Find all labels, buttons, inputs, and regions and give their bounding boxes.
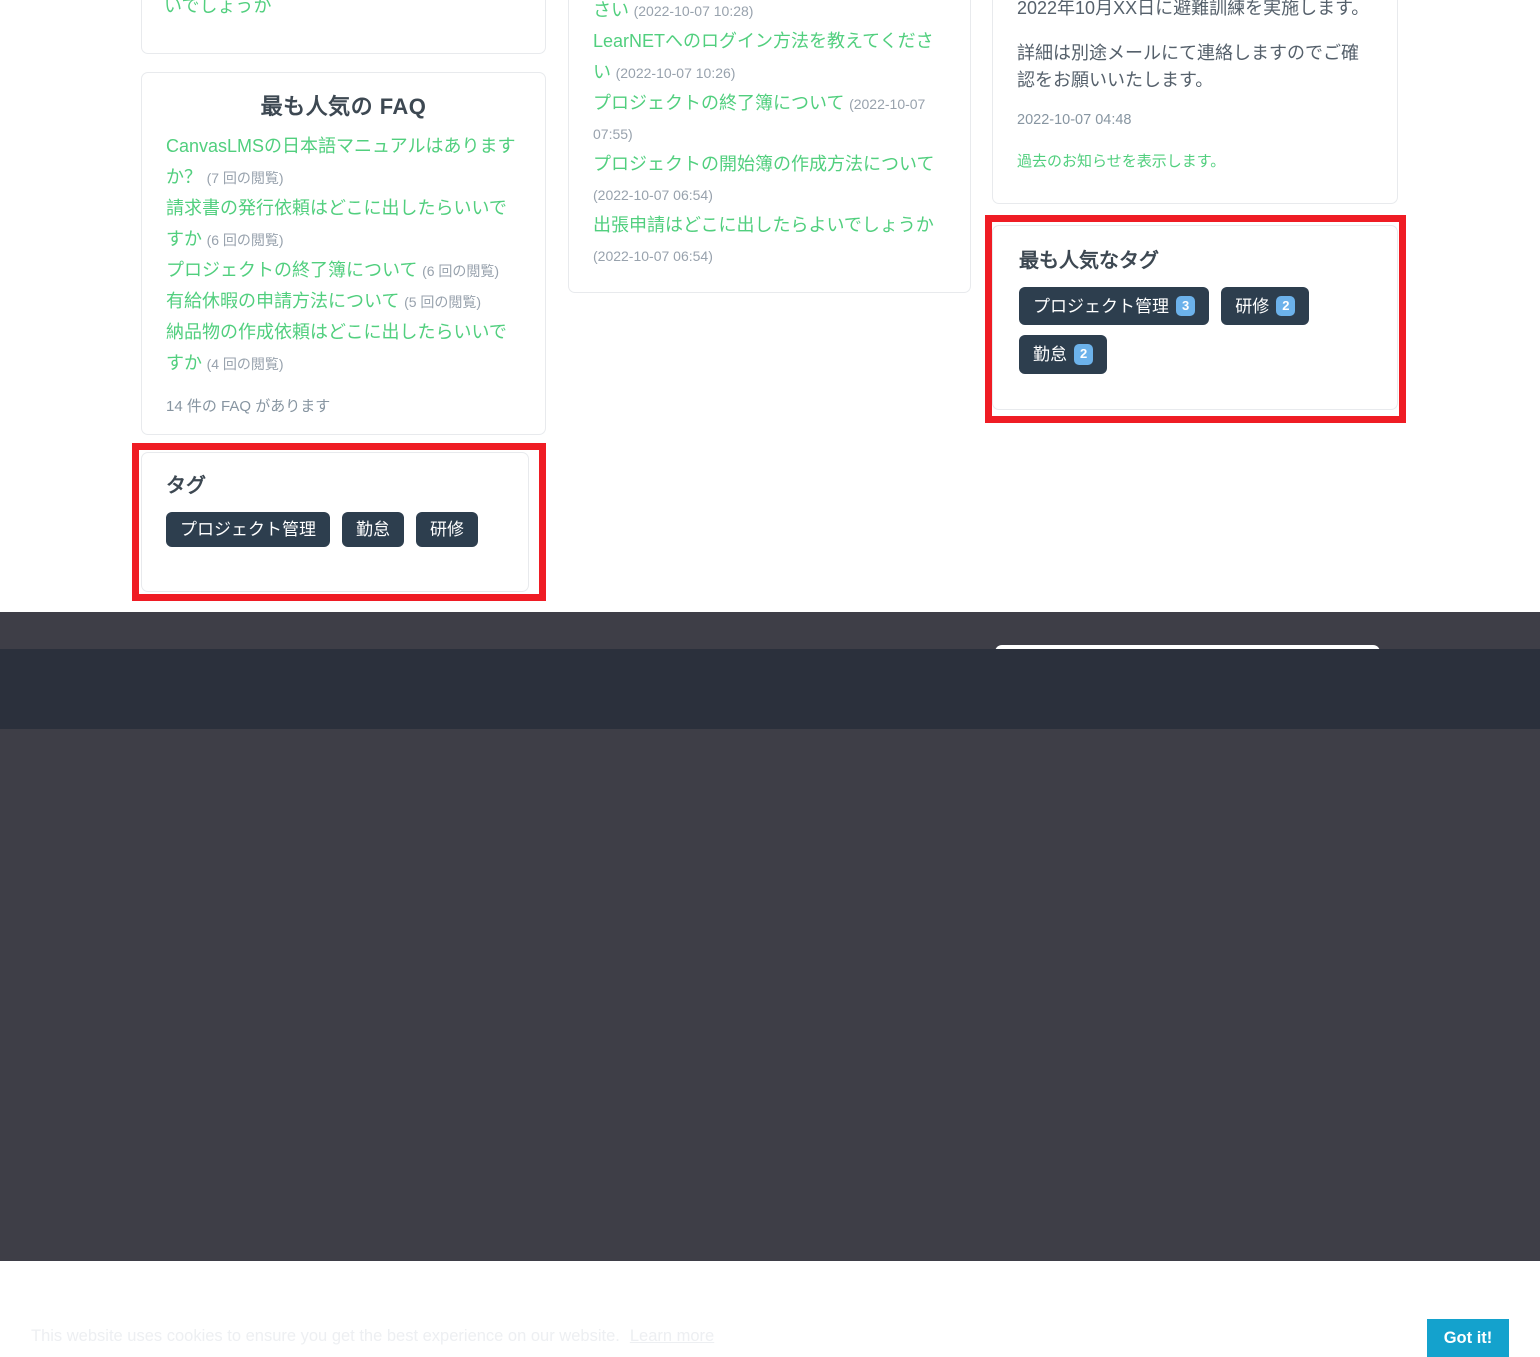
tag-label: 勤怠 bbox=[356, 520, 390, 539]
popular-faq-list: CanvasLMSの日本語マニュアルはありますか？ (7 回の閲覧) 請求書の発… bbox=[166, 131, 521, 379]
clipped-faq-card: いでしょうか bbox=[141, 0, 546, 54]
tag-label: プロジェクト管理 bbox=[1033, 296, 1169, 316]
announcement-archive-link[interactable]: 過去のお知らせを表示します。 bbox=[1017, 153, 1225, 170]
cookie-message: This website uses cookies to ensure you … bbox=[31, 1327, 714, 1346]
recent-faq-link[interactable]: さい bbox=[593, 0, 629, 20]
faq-view-count: (4 回の閲覧) bbox=[206, 356, 284, 372]
recent-faq-list: さい (2022-10-07 10:28) LearNETへのログイン方法を教え… bbox=[593, 0, 946, 271]
list-item: プロジェクトの終了簿について (2022-10-07 07:55) bbox=[593, 88, 946, 149]
tags-card: タグ プロジェクト管理 勤怠 研修 bbox=[141, 452, 529, 592]
faq-view-count: (5 回の閲覧) bbox=[404, 294, 482, 310]
tag-pill[interactable]: 研修 bbox=[416, 512, 478, 547]
announcement-paragraph: 詳細は別途メールにて連絡しますのでご確認をお願いいたします。 bbox=[1017, 43, 1359, 90]
tag-pill[interactable]: 研修 2 bbox=[1221, 287, 1310, 326]
recent-faq-date: (2022-10-07 10:26) bbox=[615, 65, 736, 81]
announcement-paragraph: 2022年10月XX日に避難訓練を実施します。 bbox=[1017, 0, 1370, 18]
faq-view-count: (6 回の閲覧) bbox=[422, 263, 500, 279]
clipped-faq-card-body: いでしょうか bbox=[142, 0, 545, 36]
tag-pill[interactable]: 勤怠 2 bbox=[1019, 335, 1108, 374]
popular-tags-title: 最も人気なタグ bbox=[1019, 250, 1159, 272]
recent-faq-date: (2022-10-07 06:54) bbox=[593, 248, 713, 264]
popular-faq-title: 最も人気の FAQ bbox=[260, 94, 427, 119]
popular-tags-card-body: 最も人気なタグ プロジェクト管理 3 研修 2 勤怠 2 bbox=[993, 226, 1397, 392]
cookie-learn-more-link[interactable]: Learn more bbox=[630, 1327, 714, 1345]
tag-pill[interactable]: プロジェクト管理 bbox=[166, 512, 330, 547]
recent-faq-date: (2022-10-07 06:54) bbox=[593, 187, 713, 203]
list-item: プロジェクトの開始簿の作成方法について (2022-10-07 06:54) bbox=[593, 149, 946, 210]
page-root: いでしょうか 最も人気の FAQ CanvasLMSの日本語マニュアルはあります… bbox=[0, 0, 1540, 1357]
announcement-card-body: 2022年10月XX日に避難訓練を実施します。 詳細は別途メールにて連絡しますの… bbox=[993, 0, 1397, 187]
tag-label: プロジェクト管理 bbox=[180, 520, 316, 539]
list-item: さい (2022-10-07 10:28) bbox=[593, 0, 946, 26]
recent-faq-card: さい (2022-10-07 10:28) LearNETへのログイン方法を教え… bbox=[568, 0, 971, 293]
popular-faq-card: 最も人気の FAQ CanvasLMSの日本語マニュアルはありますか？ (7 回… bbox=[141, 72, 546, 435]
faq-view-count: (7 回の閲覧) bbox=[206, 170, 284, 186]
tag-label: 研修 bbox=[430, 520, 464, 539]
clipped-faq-link[interactable]: いでしょうか bbox=[164, 0, 271, 16]
recent-faq-link[interactable]: プロジェクトの終了簿について bbox=[593, 93, 844, 113]
tags-card-body: タグ プロジェクト管理 勤怠 研修 bbox=[142, 453, 528, 563]
list-item: 納品物の作成依頼はどこに出したらいいですか (4 回の閲覧) bbox=[166, 317, 521, 379]
list-item: 有給休暇の申請方法について (5 回の閲覧) bbox=[166, 286, 521, 317]
cookie-message-text: This website uses cookies to ensure you … bbox=[31, 1327, 620, 1345]
recent-faq-link[interactable]: 出張申請はどこに出したらよいでしょうか bbox=[593, 215, 934, 235]
tags-card-title: タグ bbox=[166, 475, 206, 497]
list-item: CanvasLMSの日本語マニュアルはありますか？ (7 回の閲覧) bbox=[166, 131, 521, 193]
tag-pill[interactable]: プロジェクト管理 3 bbox=[1019, 287, 1210, 326]
recent-faq-date: (2022-10-07 10:28) bbox=[633, 3, 754, 19]
announcement-card: 2022年10月XX日に避難訓練を実施します。 詳細は別途メールにて連絡しますの… bbox=[992, 0, 1398, 204]
tag-count-badge: 2 bbox=[1276, 296, 1296, 317]
faq-link[interactable]: プロジェクトの終了簿について bbox=[166, 260, 417, 280]
faq-total-count: 14 件の FAQ があります bbox=[166, 398, 331, 415]
announcement-date: 2022-10-07 04:48 bbox=[1017, 112, 1132, 128]
faq-view-count: (6 回の閲覧) bbox=[206, 232, 284, 248]
recent-faq-link[interactable]: プロジェクトの開始簿の作成方法について bbox=[593, 154, 934, 174]
list-item: LearNETへのログイン方法を教えてください (2022-10-07 10:2… bbox=[593, 26, 946, 88]
list-item: 出張申請はどこに出したらよいでしょうか (2022-10-07 06:54) bbox=[593, 210, 946, 271]
list-item: プロジェクトの終了簿について (6 回の閲覧) bbox=[166, 255, 521, 286]
tag-count-badge: 3 bbox=[1176, 296, 1196, 317]
list-item: 請求書の発行依頼はどこに出したらいいですか (6 回の閲覧) bbox=[166, 193, 521, 255]
list-item: いでしょうか bbox=[164, 0, 523, 22]
cookie-consent-banner: This website uses cookies to ensure you … bbox=[0, 649, 1540, 1357]
popular-faq-card-body: 最も人気の FAQ CanvasLMSの日本語マニュアルはありますか？ (7 回… bbox=[142, 73, 545, 432]
tag-pill[interactable]: 勤怠 bbox=[342, 512, 404, 547]
tag-count-badge: 2 bbox=[1074, 344, 1094, 365]
cookie-accept-button[interactable]: Got it! bbox=[1427, 1319, 1509, 1357]
recent-faq-card-body: さい (2022-10-07 10:28) LearNETへのログイン方法を教え… bbox=[569, 0, 970, 287]
faq-link[interactable]: 有給休暇の申請方法について bbox=[166, 291, 399, 311]
tags-list: プロジェクト管理 勤怠 研修 bbox=[166, 512, 504, 547]
popular-tags-list: プロジェクト管理 3 研修 2 勤怠 2 bbox=[1019, 287, 1371, 374]
tag-label: 勤怠 bbox=[1033, 344, 1067, 364]
popular-tags-card: 最も人気なタグ プロジェクト管理 3 研修 2 勤怠 2 bbox=[992, 225, 1398, 410]
tag-label: 研修 bbox=[1235, 296, 1270, 316]
